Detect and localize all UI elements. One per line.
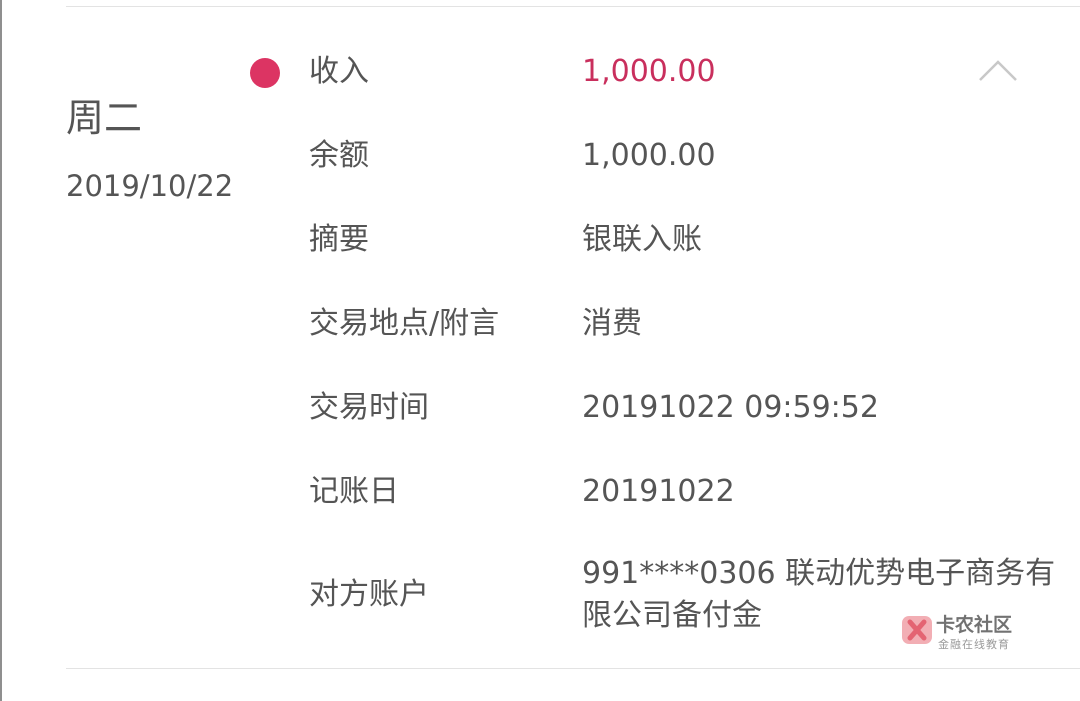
kanong-watermark: 卡农社区 金融在线教育 <box>900 610 1030 652</box>
detail-row-transaction-time: 交易时间 20191022 09:59:52 <box>309 388 1069 428</box>
posting-date-value: 20191022 <box>582 474 735 509</box>
posting-date-label: 记账日 <box>309 474 399 509</box>
weekday-label: 周二 <box>66 96 143 140</box>
balance-amount: 1,000.00 <box>582 138 716 173</box>
detail-row-balance: 余额 1,000.00 <box>309 136 1069 176</box>
detail-row-summary: 摘要 银联入账 <box>309 220 1069 260</box>
summary-value: 银联入账 <box>582 222 702 257</box>
income-label: 收入 <box>309 54 369 89</box>
kanong-logo-icon <box>902 616 932 644</box>
transaction-time-value: 20191022 09:59:52 <box>582 390 879 425</box>
left-edge-border <box>0 0 2 701</box>
balance-label: 余额 <box>309 138 369 173</box>
collapse-details-button[interactable] <box>974 52 1022 90</box>
location-note-value: 消费 <box>582 306 642 341</box>
detail-row-income: 收入 1,000.00 <box>309 52 1069 92</box>
watermark-subtitle: 金融在线教育 <box>938 638 1010 651</box>
income-dot-icon <box>250 58 280 88</box>
watermark-title: 卡农社区 <box>936 614 1013 636</box>
counterparty-label: 对方账户 <box>309 577 429 612</box>
transaction-date-block: 周二 2019/10/22 <box>66 92 246 206</box>
transaction-time-label: 交易时间 <box>309 390 429 425</box>
transaction-date: 2019/10/22 <box>66 169 234 203</box>
summary-label: 摘要 <box>309 222 369 257</box>
detail-row-location-note: 交易地点/附言 消费 <box>309 304 1069 344</box>
location-note-label: 交易地点/附言 <box>309 306 500 341</box>
detail-row-posting-date: 记账日 20191022 <box>309 472 1069 512</box>
top-divider <box>66 6 1080 7</box>
chevron-up-icon <box>979 60 1017 81</box>
bottom-divider <box>66 668 1080 669</box>
